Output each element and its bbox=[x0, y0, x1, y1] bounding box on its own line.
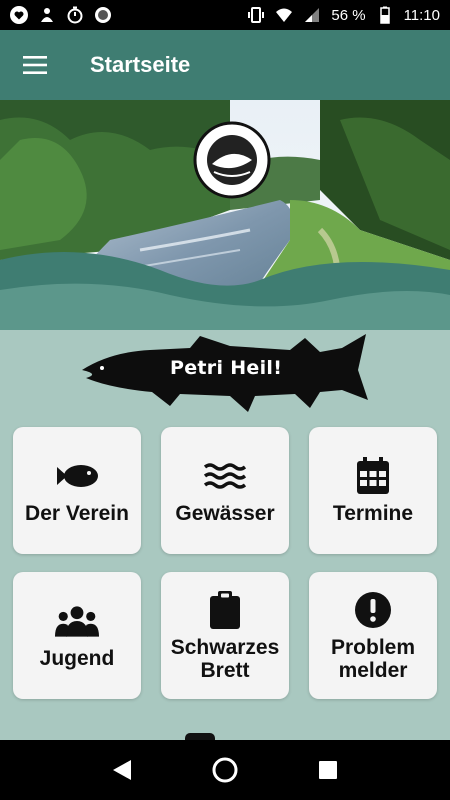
clipboard-icon bbox=[203, 590, 247, 630]
menu-grid: Der Verein Gewässer Termine Jugend Schwa… bbox=[13, 427, 437, 699]
back-icon bbox=[112, 760, 131, 780]
tile-schwarzes-brett[interactable]: Schwarzes Brett bbox=[161, 572, 289, 699]
petri-heil-banner: Petri Heil! bbox=[80, 330, 370, 415]
river-landscape-image bbox=[0, 100, 450, 330]
app-bar: Startseite bbox=[0, 30, 450, 100]
heart-icon bbox=[10, 6, 28, 24]
navigation-bar bbox=[0, 740, 450, 800]
battery-percent: 56 % bbox=[331, 6, 366, 24]
home-icon bbox=[212, 757, 238, 783]
wifi-icon bbox=[276, 8, 293, 22]
tile-label: Schwarzes Brett bbox=[170, 635, 280, 682]
vibrate-icon bbox=[248, 7, 265, 23]
tile-label: Termine bbox=[332, 502, 414, 525]
tile-termine[interactable]: Termine bbox=[309, 427, 437, 554]
tile-der-verein[interactable]: Der Verein bbox=[13, 427, 141, 554]
status-time: 11:10 bbox=[403, 6, 440, 24]
status-bar: 56 % 11:10 bbox=[0, 0, 450, 30]
exclamation-icon bbox=[351, 590, 395, 630]
status-left-icons bbox=[10, 6, 112, 24]
club-logo bbox=[193, 121, 271, 199]
back-button[interactable] bbox=[102, 750, 142, 790]
group-icon bbox=[55, 601, 99, 641]
status-right-icons: 56 % 11:10 bbox=[247, 6, 440, 24]
fish-icon bbox=[55, 456, 99, 496]
hamburger-menu-icon bbox=[23, 56, 47, 74]
recents-icon bbox=[319, 761, 338, 779]
page-title: Startseite bbox=[90, 52, 191, 77]
water-waves-icon bbox=[203, 456, 247, 496]
menu-button[interactable] bbox=[0, 30, 70, 100]
timer-icon bbox=[67, 6, 83, 24]
record-icon bbox=[95, 7, 111, 23]
tile-problemmelder[interactable]: Problem melder bbox=[309, 572, 437, 699]
battery-icon bbox=[379, 6, 390, 24]
home-button[interactable] bbox=[205, 750, 245, 790]
tile-label: Problem melder bbox=[330, 635, 416, 682]
tile-label: Gewässer bbox=[175, 502, 275, 525]
tile-label: Der Verein bbox=[25, 502, 129, 525]
recents-button[interactable] bbox=[308, 750, 348, 790]
assistant-icon bbox=[41, 8, 53, 22]
tile-jugend[interactable]: Jugend bbox=[13, 572, 141, 699]
banner-text: Petri Heil! bbox=[170, 357, 283, 379]
tile-label: Jugend bbox=[39, 647, 115, 670]
calendar-icon bbox=[351, 456, 395, 496]
tile-gewaesser[interactable]: Gewässer bbox=[161, 427, 289, 554]
signal-icon bbox=[305, 8, 320, 22]
hero-image bbox=[0, 100, 450, 330]
